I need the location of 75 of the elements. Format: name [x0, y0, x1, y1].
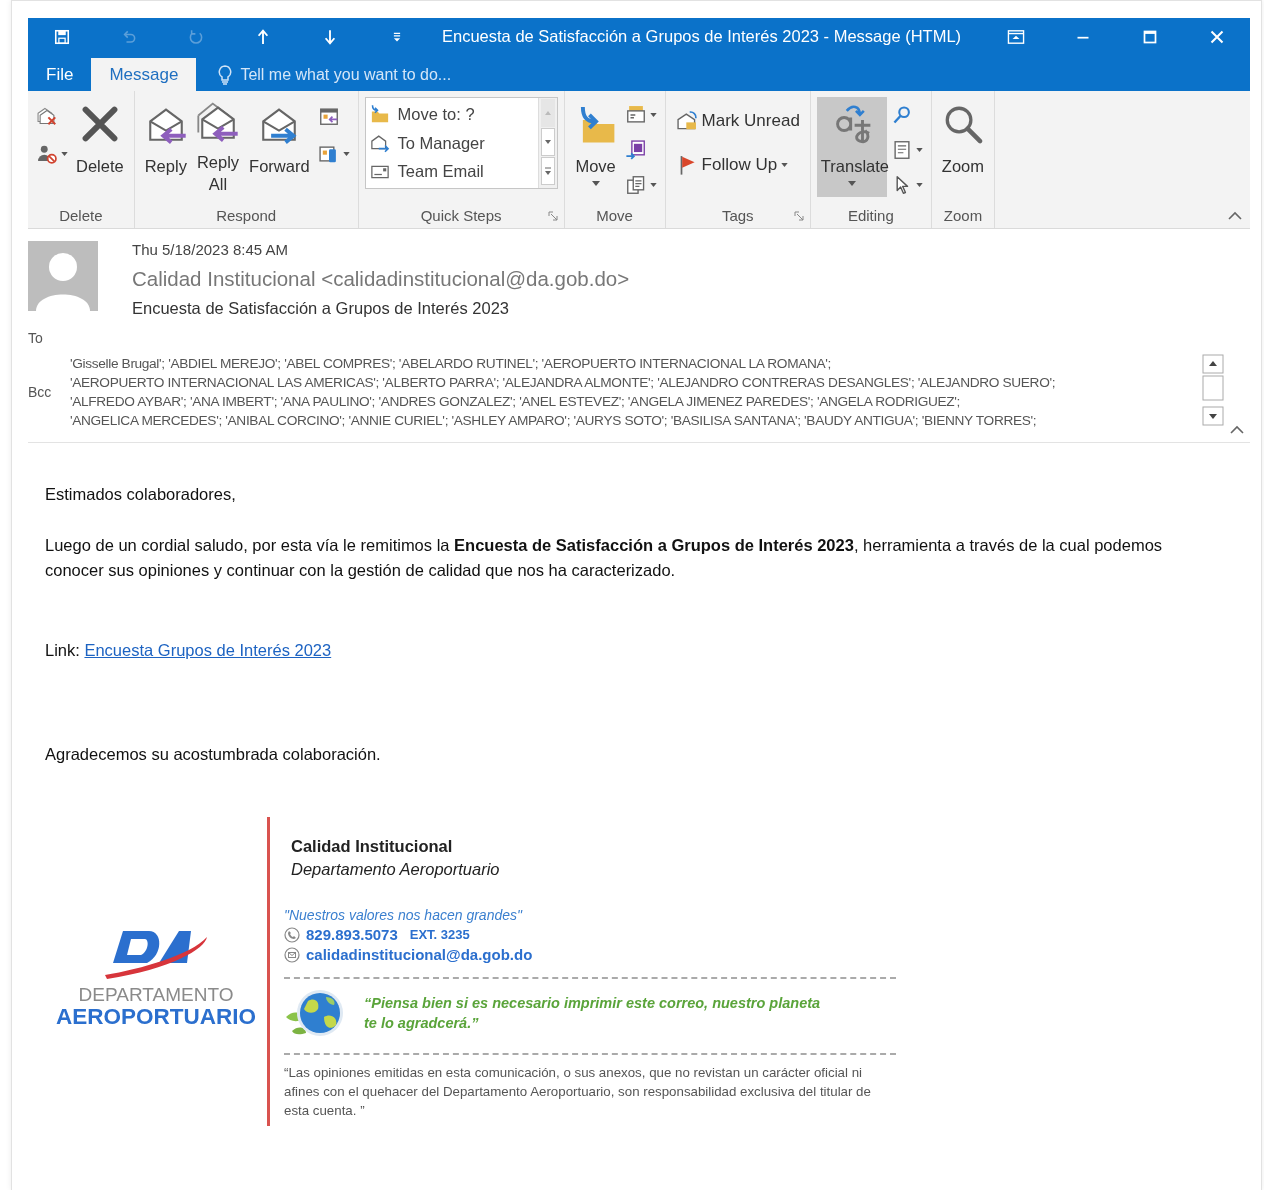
quick-step-item[interactable]: To Manager — [369, 128, 534, 158]
avatar-icon — [28, 241, 98, 311]
caret-icon[interactable] — [61, 152, 68, 156]
group-label: Tags — [721, 206, 754, 224]
envelope-list-icon[interactable] — [624, 103, 647, 126]
mark-unread-button[interactable]: Mark Unread — [671, 105, 804, 137]
ribbon-tab[interactable]: Message — [91, 58, 197, 91]
group-label: Editing — [847, 206, 894, 224]
caret-icon[interactable] — [915, 183, 923, 188]
link-line: Link: Encuesta Grupos de Interés 2023 — [45, 640, 333, 661]
closing-line: Agradecemos su acostumbrada colaboración. — [45, 744, 382, 765]
signature-name: Calidad Institucional — [291, 837, 454, 856]
window-title: Encuesta de Satisfacción a Grupos de Interés 2023 - Message (HTML) — [442, 27, 962, 46]
collapse-ribbon-icon[interactable] — [1228, 211, 1242, 220]
reply-button[interactable]: Reply — [140, 97, 191, 197]
caret-icon[interactable] — [342, 152, 350, 156]
phone-extension: EXT. 3235 — [409, 927, 470, 942]
quick-step-item[interactable]: Team Email — [369, 157, 534, 186]
caret-icon[interactable] — [915, 148, 923, 152]
delete-button[interactable]: Delete — [72, 97, 128, 197]
follow-up-button[interactable]: Follow Up — [671, 149, 804, 181]
move-button[interactable]: Move — [570, 97, 621, 197]
dialog-launcher-icon[interactable] — [547, 211, 558, 221]
folder-arrow-icon — [369, 104, 390, 125]
recipient-list-line: 'ALFREDO AYBAR'; 'ANA IMBERT'; 'ANA PAULINO'; 'ANDRES GONZALEZ'; 'ANEL ESTEVEZ'; 'ANGELA JIMENEZ PAREDES'; 'ANGELA RODRIGUEZ'; — [70, 393, 961, 411]
caret-icon[interactable] — [649, 112, 657, 117]
scroll-down-icon[interactable] — [540, 128, 555, 156]
notebook-arrow-icon[interactable] — [624, 139, 647, 161]
survey-link[interactable]: Encuesta Grupos de Interés 2023 — [84, 641, 332, 659]
phone-number: 829.893.5073 — [306, 926, 398, 943]
quick-step-item[interactable]: Move to: ? — [369, 100, 534, 129]
email-address: calidadinstitucional@da.gob.do — [306, 946, 533, 963]
reply-all-button[interactable]: Reply All — [192, 97, 244, 197]
recipient-list-line: 'AEROPUERTO INTERNACIONAL LAS AMERICAS'; 'ALBERTO PARRA'; 'ALEJANDRA ALMONTE'; 'ALEJANDRO CONTRERAS DESANGLES'; 'ALEJANDRO SUERO'; — [70, 374, 1056, 392]
group-label: Delete — [59, 206, 103, 224]
forward-button[interactable]: Forward — [245, 97, 314, 197]
zoom-button[interactable]: Zoom — [937, 97, 989, 197]
subject: Encuesta de Satisfacción a Grupos de Interés 2023 — [132, 299, 510, 318]
gallery-more-icon[interactable] — [540, 157, 555, 185]
group-label: Respond — [216, 206, 277, 224]
lightbulb-icon — [218, 64, 233, 85]
logo-caption: AEROPORTUARIO — [56, 1004, 256, 1029]
envelope-arrow-icon — [369, 133, 390, 153]
message-paragraph: Luego de un cordial saludo, por esta vía le remitimos la Encuesta de Satisfacción a Grupos de Interés 2023, herramienta a través de la cual podemos conocer sus opiniones y continuar con la gestión de calidad que nos ha caracterizado. — [45, 535, 1164, 581]
to-label: To — [28, 330, 44, 346]
disclaimer: “Las opiniones emitidas en esta comunicación, o sus anexos, que no revistan un carácter oficial ni afines con el quehacer del Departamento Aeroportuario, son responsabilidad exclusiva del titular de esta cuenta. ” — [284, 1064, 872, 1120]
globe-icon — [284, 987, 346, 1039]
documents-icon[interactable] — [624, 174, 647, 197]
scrollbar-icon[interactable] — [1202, 354, 1224, 426]
envelope-icon — [675, 110, 698, 132]
caret-icon[interactable] — [649, 183, 657, 188]
group-label: Move — [596, 206, 633, 224]
collapse-header-icon[interactable] — [1230, 425, 1244, 434]
email-icon — [284, 946, 300, 963]
eco-note: “Piensa bien si es necesario imprimir este correo, nuestro planeta te lo agradcerá.” — [364, 994, 822, 1033]
tell-me-field[interactable]: Tell me what you want to do... — [218, 58, 501, 91]
greeting: Estimados colaboradores, — [45, 484, 237, 505]
recipient-list-line: 'ANGELICA MERCEDES'; 'ANIBAL CORCINO'; 'ANNIE CURIEL'; 'ASHLEY AMPARO'; 'AURYS SOTO'; 'BASILISA SANTANA'; 'BAUDY ANTIGUA'; 'BIENNY TORRES'; — [70, 412, 1038, 430]
dialog-launcher-icon[interactable] — [793, 211, 804, 221]
group-label: Zoom — [943, 206, 983, 224]
phone-icon — [284, 926, 300, 943]
envelopes-left-arrow-icon — [197, 101, 239, 143]
recipient-list-line: 'Gisselle Brugal'; 'ABDIEL MEREJO'; 'ABEL COMPRES'; 'ABELARDO RUTINEL'; 'AEROPUERTO INTERNACIONAL LA ROMANA'; — [70, 355, 833, 373]
logo-caption: DEPARTAMENTO — [78, 984, 234, 1005]
person-blocked-icon[interactable] — [36, 143, 58, 165]
bcc-label: Bcc — [28, 384, 53, 400]
sent-date: Thu 5/18/2023 8:45 AM — [132, 241, 289, 259]
signature-motto: "Nuestros valores nos hacen grandes" — [284, 907, 524, 923]
calendar-icon[interactable] — [317, 105, 340, 127]
group-label: Quick Steps — [420, 206, 502, 224]
envelope-x-icon[interactable] — [36, 105, 58, 127]
signature-department: Departamento Aeroportuario — [291, 860, 501, 879]
sender: Calidad Institucional <calidadinstitucional@da.gob.do> — [132, 266, 630, 292]
translate-button[interactable]: Translate — [816, 97, 887, 197]
ribbon-tab[interactable]: File — [28, 58, 92, 91]
